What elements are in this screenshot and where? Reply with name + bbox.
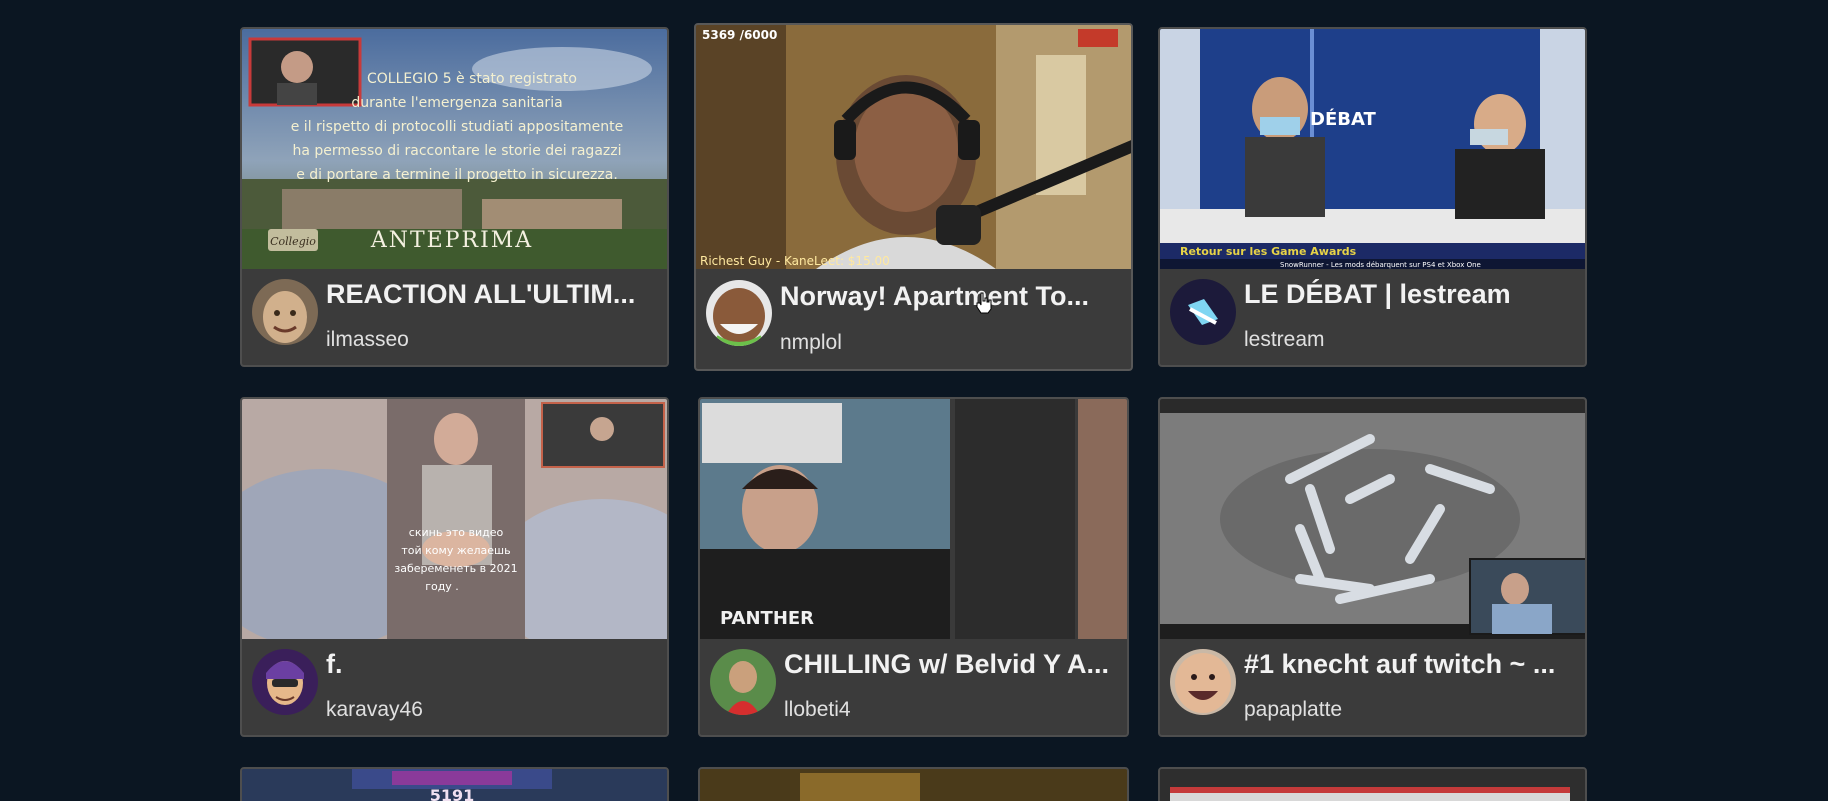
stream-grid-page: COLLEGIO 5 è stato registrato durante l'… [0,0,1828,801]
overlay-caption-line: ha permesso di raccontare le storie dei … [293,143,622,159]
stream-thumbnail[interactable] [1160,399,1585,639]
overlay-caption-line: e di portare a termine il progetto in si… [296,167,618,183]
stream-title[interactable]: #1 knecht auf twitch ~ ... [1244,649,1571,680]
overlay-caption-line: durante l'emergenza sanitaria [351,95,562,111]
channel-avatar[interactable] [1170,649,1236,715]
stream-title[interactable]: REACTION ALL'ULTIM... [326,279,653,310]
overlay-subticker: SnowRunner - Les mods débarquent sur PS4… [1280,261,1481,269]
stream-thumbnail[interactable]: PANTHER [700,399,1127,639]
channel-avatar[interactable] [706,280,772,346]
stream-card-ilmasseo[interactable]: COLLEGIO 5 è stato registrato durante l'… [240,27,669,367]
stream-thumbnail[interactable]: 5369 /6000 Richest Guy - KaneLeet: $15.0… [696,25,1131,269]
overlay-caption-line: году . [425,580,459,593]
overlay-ticker: Retour sur les Game Awards [1180,245,1357,258]
channel-name[interactable]: lestream [1244,328,1325,352]
stream-title[interactable]: CHILLING w/ Belvid Y A... [784,649,1113,680]
stream-card-llobeti4[interactable]: PANTHER CHILLING w/ Belvid Y A... llobet… [698,397,1129,737]
stream-thumbnail[interactable]: DÉBAT Retour sur les Game Awards SnowRun… [1160,29,1585,269]
overlay-caption-line: e il rispetto di protocolli studiati app… [291,119,624,135]
stream-card-nmplol[interactable]: 5369 /6000 Richest Guy - KaneLeet: $15.0… [694,23,1133,371]
overlay-donation: Richest Guy - KaneLeet: $15.00 [700,254,890,268]
overlay-caption-line: той кому желаешь [401,544,510,557]
channel-name[interactable]: ilmasseo [326,328,409,352]
stream-card-papaplatte[interactable]: #1 knecht auf twitch ~ ... papaplatte [1158,397,1587,737]
stream-title[interactable]: f. [326,649,653,680]
channel-avatar[interactable] [252,649,318,715]
channel-avatar[interactable] [1170,279,1236,345]
overlay-caption-line: COLLEGIO 5 è stato registrato [367,71,577,87]
stream-thumbnail[interactable]: COLLEGIO 5 è stato registrato durante l'… [242,29,667,269]
stream-card-karavay46[interactable]: скинь это видео той кому желаешь заберем… [240,397,669,737]
stream-title[interactable]: LE DÉBAT | lestream [1244,279,1571,310]
stream-card-partial[interactable]: 5191 [240,767,669,801]
overlay-counter: 5191 [430,786,475,801]
channel-name[interactable]: karavay46 [326,698,423,722]
overlay-caption-line: скинь это видео [409,526,504,539]
stream-card-partial[interactable] [698,767,1129,801]
overlay-banner: DÉBAT [1310,108,1376,130]
channel-name[interactable]: papaplatte [1244,698,1342,722]
stream-thumbnail[interactable]: скинь это видео той кому желаешь заберем… [242,399,667,639]
stream-card-lestream[interactable]: DÉBAT Retour sur les Game Awards SnowRun… [1158,27,1587,367]
channel-name[interactable]: nmplol [780,331,842,355]
overlay-shirt-text: PANTHER [720,608,814,629]
stream-card-partial[interactable] [1158,767,1587,801]
overlay-caption-line: забеременеть в 2021 [394,562,517,575]
channel-avatar[interactable] [710,649,776,715]
overlay-counter: 5369 /6000 [702,28,777,42]
overlay-banner: ANTEPRIMA [370,228,533,253]
channel-name[interactable]: llobeti4 [784,698,851,722]
channel-avatar[interactable] [252,279,318,345]
overlay-logo: Collegio [270,235,316,248]
stream-title[interactable]: Norway! Apartment To... [780,281,1117,312]
